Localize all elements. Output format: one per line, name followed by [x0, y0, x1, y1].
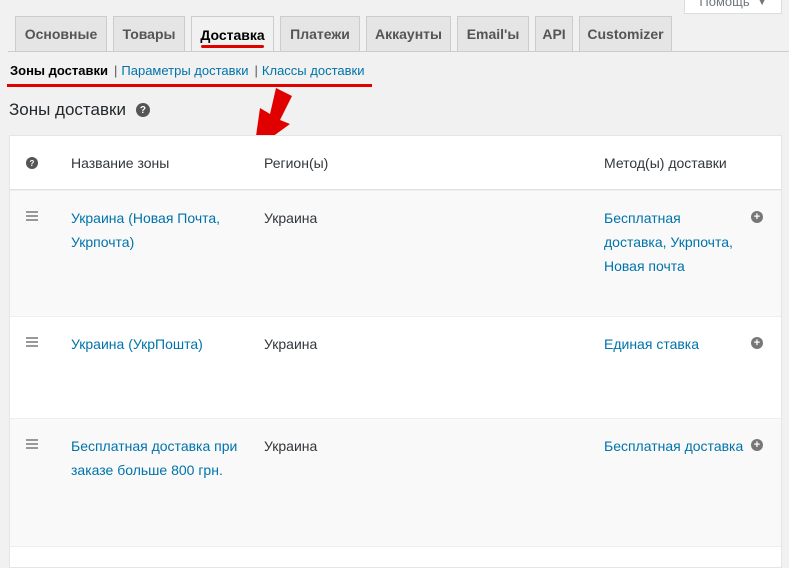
drag-handle-icon[interactable] — [26, 337, 38, 349]
column-shipping-methods: Метод(ы) доставки — [604, 155, 727, 171]
tab-customizer[interactable]: Customizer — [579, 16, 672, 51]
table-row — [10, 546, 781, 567]
add-method-icon[interactable]: + — [751, 211, 763, 223]
tabs-divider — [8, 51, 789, 52]
subnav-separator: | — [114, 63, 118, 78]
table-row: Бесплатная доставка при заказе больше 80… — [10, 418, 781, 546]
tab-products[interactable]: Товары — [113, 16, 185, 51]
tab-payments[interactable]: Платежи — [280, 16, 360, 51]
subnav-shipping-zones[interactable]: Зоны доставки — [10, 63, 108, 78]
zone-region: Украина — [264, 210, 318, 226]
tab-emails[interactable]: Email'ы — [457, 16, 529, 51]
shipping-zones-table: ? Название зоны Регион(ы) Метод(ы) доста… — [9, 135, 782, 568]
add-method-icon[interactable]: + — [751, 439, 763, 451]
help-button-label: Помощь — [699, 0, 750, 9]
zone-methods-link[interactable]: Бесплатная доставка — [604, 434, 744, 458]
settings-tabs: Основные Товары Доставка Платежи Аккаунт… — [15, 16, 672, 52]
tab-shipping[interactable]: Доставка — [191, 16, 274, 52]
tab-api[interactable]: API — [535, 16, 573, 51]
help-button[interactable]: Помощь ▼ — [684, 0, 782, 14]
table-header: ? Название зоны Регион(ы) Метод(ы) доста… — [10, 136, 781, 190]
tab-general[interactable]: Основные — [15, 16, 107, 51]
table-row: Украина (Новая Почта, Укрпочта) Украина … — [10, 190, 781, 316]
zone-methods-link[interactable]: Бесплатная доставка, Укрпочта, Новая поч… — [604, 206, 744, 278]
table-row: Украина (УкрПошта) Украина Единая ставка… — [10, 316, 781, 418]
subnav-shipping-classes[interactable]: Классы доставки — [262, 63, 365, 78]
add-method-icon[interactable]: + — [751, 337, 763, 349]
subnav-shipping-options[interactable]: Параметры доставки — [121, 63, 248, 78]
drag-handle-icon[interactable] — [26, 211, 38, 223]
zone-region: Украина — [264, 336, 318, 352]
zone-region: Украина — [264, 438, 318, 454]
page-title: Зоны доставки — [9, 100, 126, 119]
subnav-separator: | — [254, 63, 258, 78]
column-zone-name: Название зоны — [71, 155, 170, 171]
subnav-highlight-underline — [7, 84, 372, 87]
help-tip-icon[interactable]: ? — [135, 103, 150, 117]
zone-name-link[interactable]: Бесплатная доставка при заказе больше 80… — [71, 434, 241, 482]
column-regions: Регион(ы) — [264, 155, 329, 171]
drag-handle-icon[interactable] — [26, 439, 38, 451]
page-heading: Зоны доставки ? — [9, 100, 150, 120]
shipping-subnav: Зоны доставки | Параметры доставки | Кла… — [10, 63, 364, 78]
zone-name-link[interactable]: Украина (Новая Почта, Укрпочта) — [71, 206, 241, 254]
zone-methods-link[interactable]: Единая ставка — [604, 332, 744, 356]
caret-down-icon: ▼ — [757, 0, 767, 7]
question-icon[interactable]: ? — [26, 157, 38, 169]
zone-name-link[interactable]: Украина (УкрПошта) — [71, 332, 241, 356]
tab-accounts[interactable]: Аккаунты — [366, 16, 451, 51]
